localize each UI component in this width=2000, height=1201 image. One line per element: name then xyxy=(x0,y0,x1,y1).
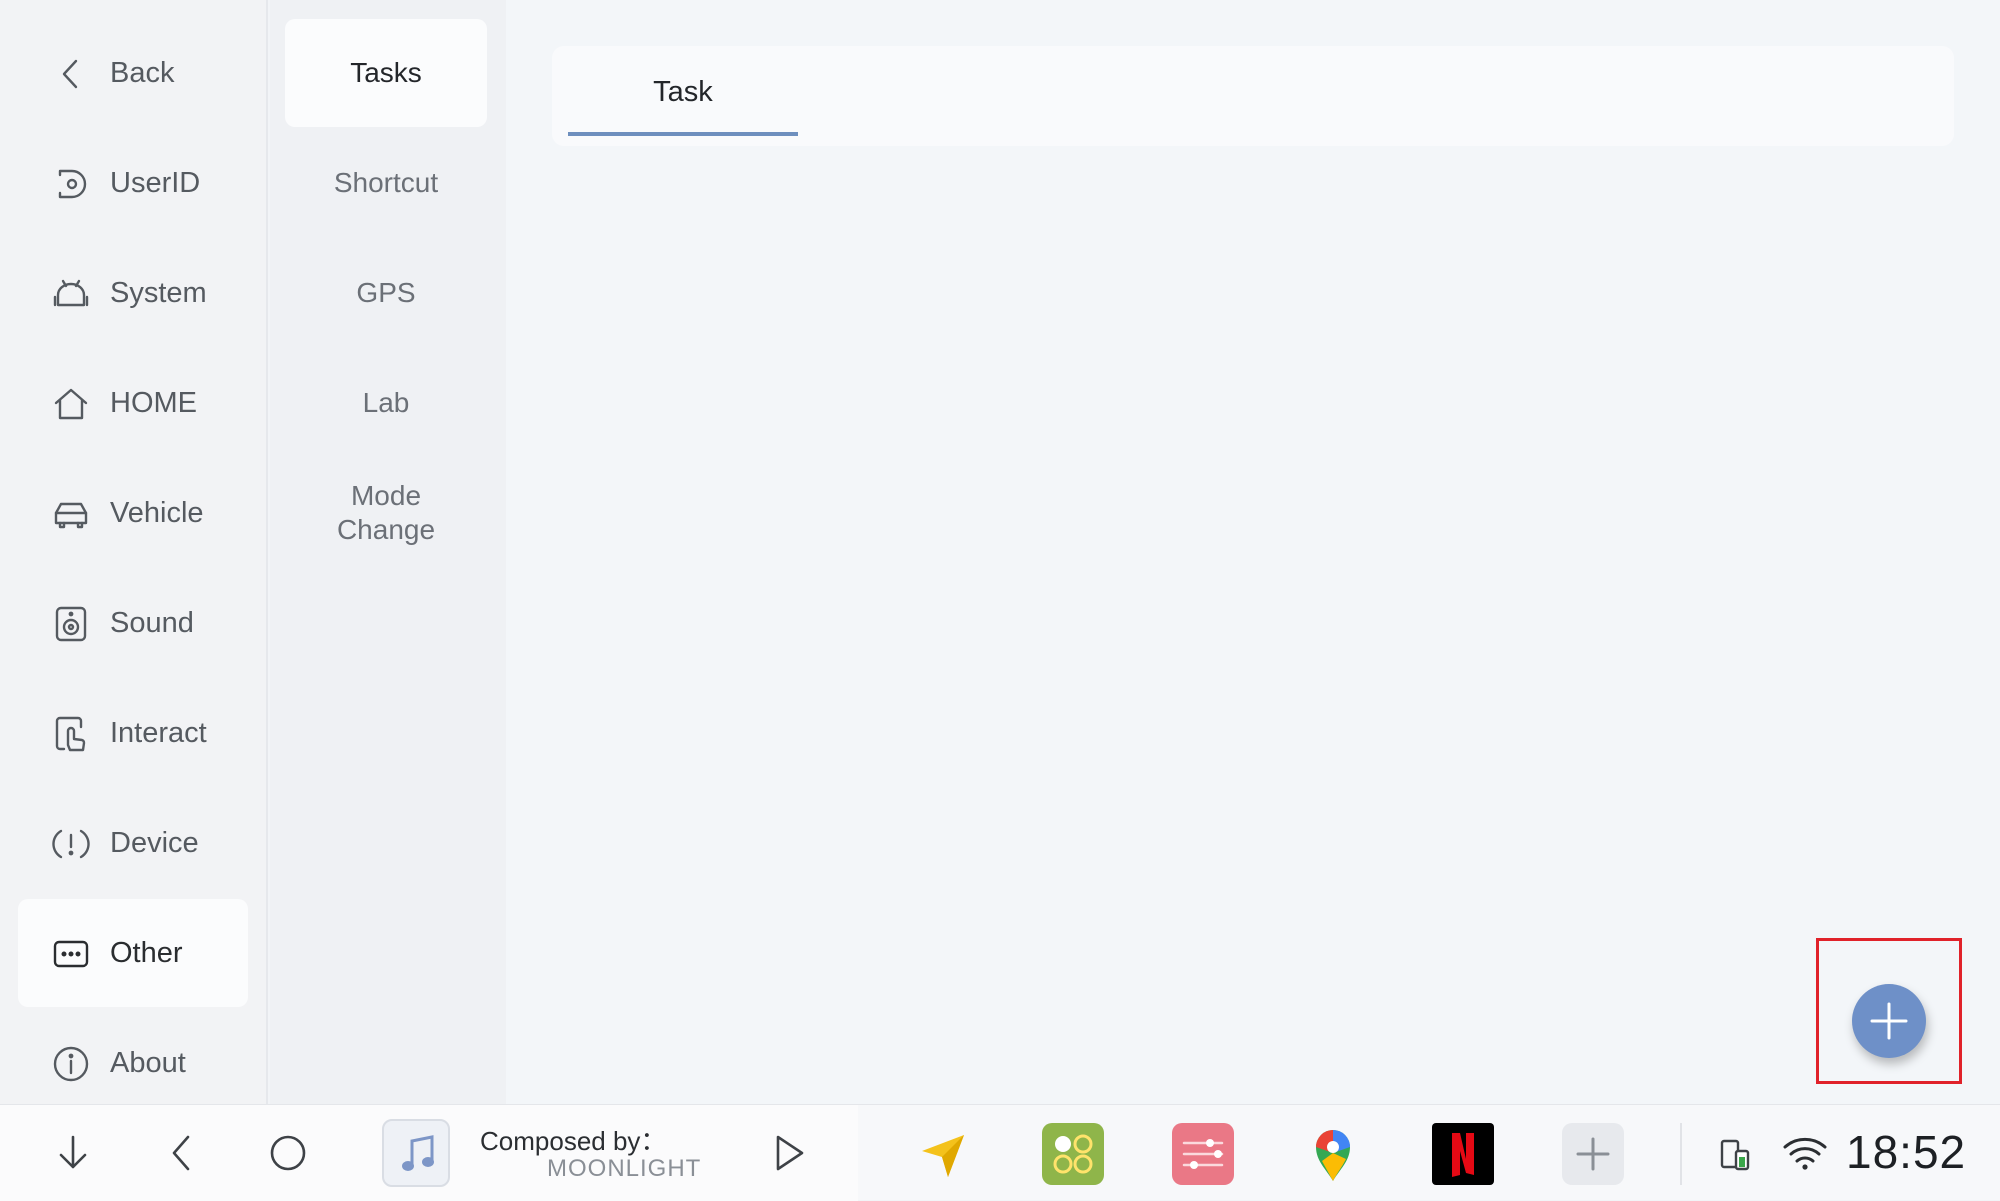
map-pin-icon xyxy=(1316,1130,1350,1181)
subnav-item-lab[interactable]: Lab xyxy=(285,349,487,457)
wifi-icon xyxy=(1782,1133,1828,1173)
sidebar-item-back[interactable]: Back xyxy=(18,19,248,127)
plus-icon xyxy=(1870,1002,1908,1040)
dock-divider xyxy=(1680,1123,1682,1185)
sidebar-item-label: Other xyxy=(110,936,183,969)
chevron-left-icon xyxy=(52,55,90,93)
tab-task[interactable]: Task xyxy=(568,46,798,138)
add-task-button[interactable] xyxy=(1852,984,1926,1058)
music-note-icon xyxy=(402,1135,434,1171)
track-artist: MOONLIGHT xyxy=(547,1155,702,1182)
subnav-item-shortcut[interactable]: Shortcut xyxy=(285,129,487,237)
sidebar-item-interact[interactable]: Interact xyxy=(18,679,248,787)
main-content: Task xyxy=(506,0,2000,1104)
subnav-item-mode-change[interactable]: Mode Change xyxy=(285,459,487,567)
navigation-app[interactable] xyxy=(912,1123,974,1185)
sidebar-item-other[interactable]: Other xyxy=(18,899,248,1007)
home-icon xyxy=(52,385,90,423)
bottom-bar: Composed by： MOONLIGHT 18:52 xyxy=(0,1104,2000,1201)
music-thumbnail[interactable] xyxy=(382,1119,450,1187)
play-icon xyxy=(776,1135,804,1171)
apps-grid-icon xyxy=(1053,1134,1093,1174)
track-title: Composed by： xyxy=(480,1126,667,1156)
app-root: Back UserID System HOME Vehicle Sound In… xyxy=(0,0,2000,1201)
home-circle-icon xyxy=(270,1135,306,1171)
sidebar-item-userid[interactable]: UserID xyxy=(18,129,248,237)
arrow-down-icon xyxy=(59,1135,87,1169)
google-maps-app[interactable] xyxy=(1302,1123,1364,1185)
sidebar-item-vehicle[interactable]: Vehicle xyxy=(18,459,248,567)
status-clock: 18:52 xyxy=(1846,1126,1967,1178)
add-app-button[interactable] xyxy=(1562,1123,1624,1185)
plus-icon xyxy=(1576,1137,1610,1171)
speaker-icon xyxy=(52,605,90,643)
sidebar-item-label: HOME xyxy=(110,386,197,419)
equalizer-app[interactable] xyxy=(1172,1123,1234,1185)
equalizer-icon xyxy=(1182,1139,1224,1169)
phone-battery-icon xyxy=(1716,1133,1756,1173)
user-id-icon xyxy=(52,165,90,203)
collapse-button[interactable] xyxy=(49,1129,97,1177)
tab-bar: Task xyxy=(552,46,1954,146)
netflix-icon xyxy=(1452,1133,1474,1177)
touch-icon xyxy=(52,715,90,753)
sidebar-item-label: Vehicle xyxy=(110,496,204,529)
sidebar: Back UserID System HOME Vehicle Sound In… xyxy=(0,0,268,1104)
android-icon xyxy=(52,275,90,313)
sub-navigation: Tasks Shortcut GPS Lab Mode Change xyxy=(270,0,506,1104)
sidebar-item-label: Sound xyxy=(110,606,194,639)
sidebar-item-label: Device xyxy=(110,826,199,859)
sidebar-item-home[interactable]: HOME xyxy=(18,349,248,457)
active-tab-indicator xyxy=(568,132,798,136)
netflix-app[interactable] xyxy=(1432,1123,1494,1185)
sidebar-item-device[interactable]: Device xyxy=(18,789,248,897)
back-icon xyxy=(172,1135,190,1171)
sidebar-item-label: UserID xyxy=(110,166,201,199)
more-icon xyxy=(52,935,90,973)
nav-back-button[interactable] xyxy=(158,1129,206,1177)
sidebar-item-label: System xyxy=(110,276,207,309)
sidebar-item-label: Back xyxy=(110,56,175,89)
navigation-arrow-icon xyxy=(922,1135,964,1177)
sidebar-item-label: About xyxy=(110,1046,186,1079)
sidebar-item-label: Interact xyxy=(110,716,207,749)
sidebar-item-system[interactable]: System xyxy=(18,239,248,347)
sidebar-item-about[interactable]: About xyxy=(18,1009,248,1117)
sidebar-item-sound[interactable]: Sound xyxy=(18,569,248,677)
car-icon xyxy=(52,495,90,533)
play-button[interactable] xyxy=(764,1129,812,1177)
subnav-item-gps[interactable]: GPS xyxy=(285,239,487,347)
apps-grid-app[interactable] xyxy=(1042,1123,1104,1185)
info-icon xyxy=(52,1045,90,1083)
subnav-item-tasks[interactable]: Tasks xyxy=(285,19,487,127)
alert-icon xyxy=(52,825,90,863)
nav-home-button[interactable] xyxy=(264,1129,312,1177)
